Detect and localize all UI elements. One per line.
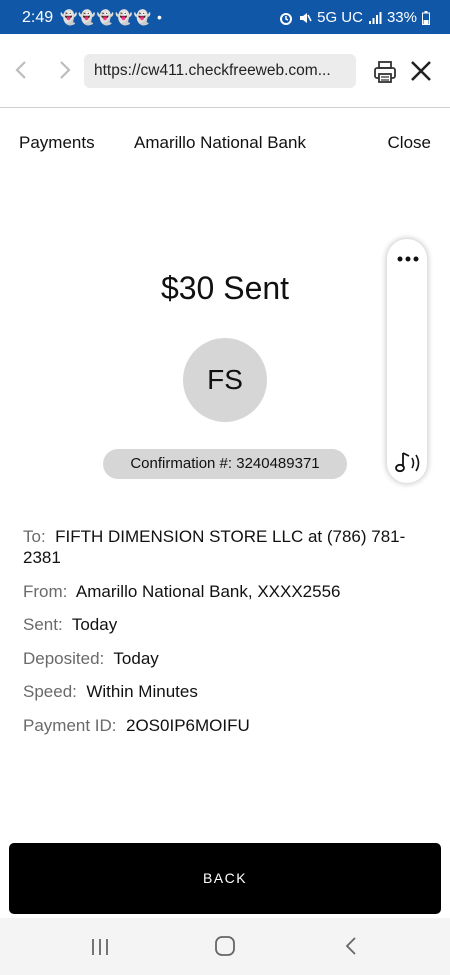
close-link[interactable]: Close xyxy=(388,133,431,153)
system-nav-bar xyxy=(0,918,450,975)
detail-payment-id: Payment ID: 2OS0IP6MOIFU xyxy=(23,715,433,736)
signal-icon xyxy=(368,11,382,24)
url-field[interactable]: https://cw411.checkfreeweb.com... xyxy=(84,54,356,88)
speed-label: Speed: xyxy=(23,682,77,701)
system-back-icon[interactable] xyxy=(341,935,361,957)
recent-apps-icon[interactable] xyxy=(88,936,112,958)
speed-value: Within Minutes xyxy=(86,682,198,701)
payment-details: To: FIFTH DIMENSION STORE LLC at (786) 7… xyxy=(23,526,433,748)
network-label: 5G UC xyxy=(317,9,363,26)
payment-id-value: 2OS0IP6MOIFU xyxy=(126,715,250,735)
status-bar: 2:49 👻👻👻👻👻 • 5G UC 33% xyxy=(0,0,450,34)
payments-link[interactable]: Payments xyxy=(19,133,95,153)
detail-to: To: FIFTH DIMENSION STORE LLC at (786) 7… xyxy=(23,526,433,568)
sent-label: Sent: xyxy=(23,615,63,634)
close-browser-icon[interactable] xyxy=(408,58,434,84)
to-value: FIFTH DIMENSION STORE LLC at (786) 781-2… xyxy=(23,527,406,567)
mute-icon xyxy=(300,12,312,23)
browser-forward-icon[interactable] xyxy=(52,58,76,82)
detail-deposited: Deposited: Today xyxy=(23,648,433,669)
detail-sent: Sent: Today xyxy=(23,614,433,635)
from-label: From: xyxy=(23,581,68,601)
deposited-label: Deposited: xyxy=(23,648,105,668)
payment-id-label: Payment ID: xyxy=(23,715,117,735)
amount-sent-title: $30 Sent xyxy=(160,270,290,306)
more-options-icon[interactable] xyxy=(393,247,423,271)
sent-value: Today xyxy=(71,615,118,634)
battery-percent: 33% xyxy=(386,9,417,26)
back-button[interactable]: BACK xyxy=(9,843,441,914)
print-icon[interactable] xyxy=(373,60,397,84)
floating-tool-panel xyxy=(386,238,428,484)
alarm-icon xyxy=(280,12,293,25)
page-header: Payments Amarillo National Bank Close xyxy=(0,108,450,176)
read-aloud-icon[interactable] xyxy=(392,449,424,477)
from-value: Amarillo National Bank, XXXX2556 xyxy=(75,581,341,601)
status-indicators: 5G UC 33% xyxy=(279,9,430,26)
detail-from: From: Amarillo National Bank, XXXX2556 xyxy=(23,581,433,602)
browser-toolbar: https://cw411.checkfreeweb.com... xyxy=(0,34,450,108)
detail-speed: Speed: Within Minutes xyxy=(23,681,433,702)
battery-icon xyxy=(422,10,430,25)
home-icon[interactable] xyxy=(214,935,236,957)
bank-name: Amarillo National Bank xyxy=(134,133,306,152)
deposited-value: Today xyxy=(113,648,159,668)
confirmation-number-badge: Confirmation #: 3240489371 xyxy=(103,449,347,479)
payee-avatar: FS xyxy=(183,338,267,422)
notification-icons: 👻👻👻👻👻 • xyxy=(60,9,163,25)
confirmation-number: Confirmation #: 3240489371 xyxy=(130,455,320,472)
status-time: 2:49 xyxy=(22,9,54,26)
to-label: To: xyxy=(23,527,46,546)
browser-back-icon[interactable] xyxy=(10,58,34,82)
